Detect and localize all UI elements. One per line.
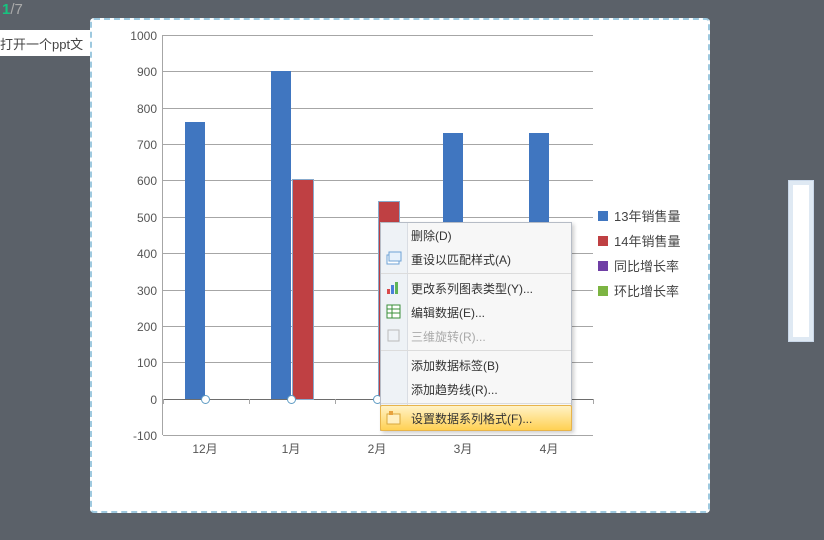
- y-tick-label: 1000: [123, 29, 157, 43]
- gridline: 800: [163, 108, 593, 109]
- menu-label: 三维旋转(R)...: [411, 328, 486, 345]
- menu-label: 添加趋势线(R)...: [411, 381, 498, 398]
- chart-legend: 13年销售量 14年销售量 同比增长率 环比增长率: [598, 200, 698, 306]
- legend-label: 13年销售量: [614, 206, 680, 225]
- legend-swatch-icon: [598, 211, 608, 221]
- legend-swatch-icon: [598, 286, 608, 296]
- bar-13年销售量[interactable]: [271, 71, 291, 398]
- series-context-menu: 删除(D) 重设以匹配样式(A) 更改系列图表类型(Y)... 编辑数据(E).…: [380, 222, 572, 431]
- y-tick-label: 400: [123, 247, 157, 261]
- x-axis: 12月1月2月3月4月: [162, 435, 592, 465]
- y-tick-label: 800: [123, 102, 157, 116]
- legend-item[interactable]: 环比增长率: [598, 281, 698, 300]
- step-hint: 打开一个ppt文: [0, 30, 92, 56]
- edit-data-icon: [386, 304, 402, 320]
- y-tick-label: 300: [123, 284, 157, 298]
- menu-add-trendline[interactable]: 添加趋势线(R)...: [381, 377, 571, 401]
- bar-14年销售量[interactable]: [293, 180, 313, 398]
- legend-item[interactable]: 13年销售量: [598, 206, 698, 225]
- legend-label: 同比增长率: [614, 256, 679, 275]
- x-tick-label: 12月: [162, 440, 248, 457]
- legend-swatch-icon: [598, 261, 608, 271]
- format-series-icon: [386, 410, 402, 426]
- menu-edit-data[interactable]: 编辑数据(E)...: [381, 300, 571, 324]
- y-tick-label: -100: [123, 429, 157, 443]
- x-tick-label: 1月: [248, 440, 334, 457]
- menu-format-series[interactable]: 设置数据系列格式(F)...: [380, 405, 572, 431]
- y-tick-label: 900: [123, 65, 157, 79]
- rotation-icon: [386, 328, 402, 344]
- menu-add-data-labels[interactable]: 添加数据标签(B): [381, 353, 571, 377]
- y-tick-label: 500: [123, 211, 157, 225]
- menu-3d-rotation: 三维旋转(R)...: [381, 324, 571, 348]
- x-tick-label: 2月: [334, 440, 420, 457]
- legend-item[interactable]: 14年销售量: [598, 231, 698, 250]
- legend-label: 环比增长率: [614, 281, 679, 300]
- legend-item[interactable]: 同比增长率: [598, 256, 698, 275]
- menu-change-chart-type[interactable]: 更改系列图表类型(Y)...: [381, 276, 571, 300]
- menu-delete[interactable]: 删除(D): [381, 223, 571, 247]
- menu-label: 编辑数据(E)...: [411, 304, 485, 321]
- gridline: 900: [163, 71, 593, 72]
- selection-handle[interactable]: [201, 395, 210, 404]
- menu-reset-style[interactable]: 重设以匹配样式(A): [381, 247, 571, 271]
- selection-handle[interactable]: [287, 395, 296, 404]
- y-tick-label: 700: [123, 138, 157, 152]
- legend-swatch-icon: [598, 236, 608, 246]
- x-tick-label: 3月: [420, 440, 506, 457]
- page-total: 7: [15, 1, 23, 18]
- reset-icon: [386, 251, 402, 267]
- y-tick-label: 100: [123, 356, 157, 370]
- x-tick-label: 4月: [506, 440, 592, 457]
- menu-label: 添加数据标签(B): [411, 357, 499, 374]
- bar-13年销售量[interactable]: [185, 122, 205, 398]
- menu-label: 更改系列图表类型(Y)...: [411, 280, 533, 297]
- y-tick-label: 0: [123, 393, 157, 407]
- gridline: 1000: [163, 35, 593, 36]
- slide-thumbnail[interactable]: [788, 180, 814, 342]
- menu-label: 设置数据系列格式(F)...: [411, 410, 532, 427]
- chart-type-icon: [386, 280, 402, 296]
- page-indicator: 1/7: [2, 1, 23, 18]
- menu-label: 重设以匹配样式(A): [411, 251, 511, 268]
- y-tick-label: 200: [123, 320, 157, 334]
- legend-label: 14年销售量: [614, 231, 680, 250]
- y-tick-label: 600: [123, 174, 157, 188]
- menu-label: 删除(D): [411, 227, 452, 244]
